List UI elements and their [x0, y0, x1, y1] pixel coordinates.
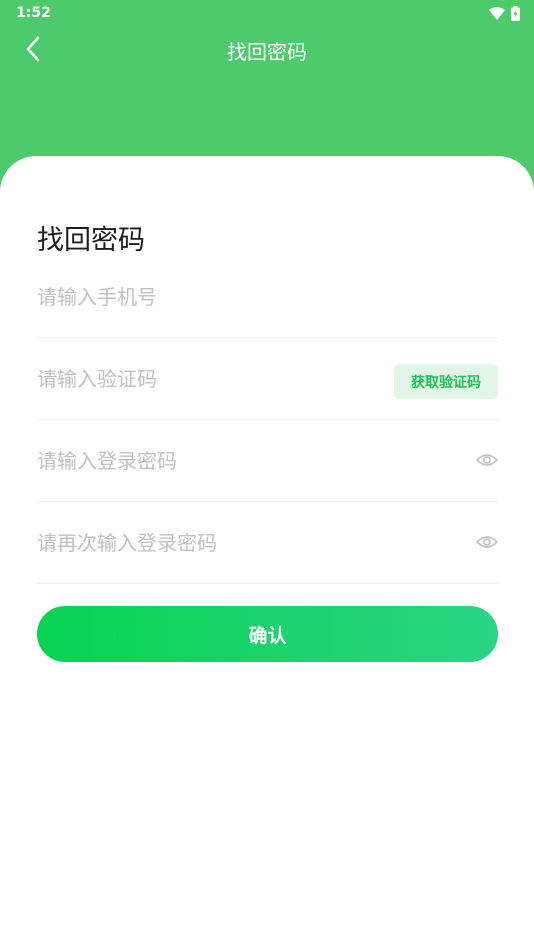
status-time: 1:52 — [16, 5, 51, 21]
confirm-password-field — [37, 502, 499, 584]
confirm-button[interactable]: 确认 — [37, 606, 498, 662]
password-input[interactable] — [37, 420, 498, 501]
status-bar: 1:52 — [0, 0, 534, 28]
get-code-button[interactable]: 获取验证码 — [394, 364, 498, 399]
phone-field — [37, 256, 498, 338]
forgot-password-screen: 1:52 找回密码 找回密码 获取验证码 — [0, 0, 534, 950]
password-visibility-toggle[interactable] — [475, 450, 499, 472]
confirm-password-visibility-toggle[interactable] — [475, 532, 499, 554]
confirm-password-input[interactable] — [37, 502, 498, 583]
form-title: 找回密码 — [37, 225, 145, 256]
password-field — [37, 420, 499, 502]
status-icons — [489, 6, 520, 21]
eye-icon — [475, 534, 499, 553]
phone-input[interactable] — [37, 256, 498, 337]
code-field: 获取验证码 — [37, 338, 498, 420]
wifi-icon — [489, 7, 505, 20]
eye-icon — [475, 452, 499, 471]
battery-icon — [511, 6, 520, 21]
nav-title: 找回密码 — [227, 40, 307, 64]
